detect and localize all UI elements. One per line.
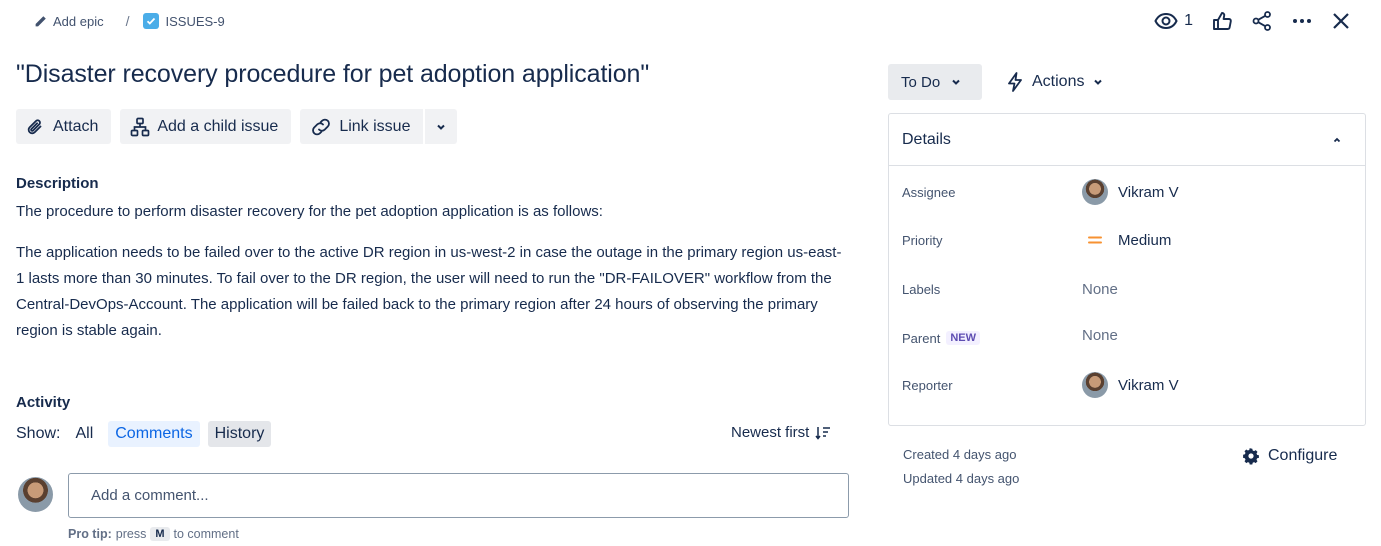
labels-row: Labels None xyxy=(902,274,1352,304)
new-badge: NEW xyxy=(946,331,980,345)
parent-field[interactable]: None xyxy=(1082,327,1118,344)
paperclip-icon xyxy=(26,117,46,137)
link-icon xyxy=(310,117,332,137)
lightning-icon xyxy=(1006,72,1024,92)
assignee-row: Assignee Vikram V xyxy=(902,177,1352,207)
hierarchy-icon xyxy=(130,117,150,137)
add-epic-label: Add epic xyxy=(53,13,104,29)
filter-all[interactable]: All xyxy=(68,421,100,447)
reporter-label: Reporter xyxy=(902,377,953,393)
protip-press: press xyxy=(115,527,147,541)
issue-key-link[interactable]: ISSUES-9 xyxy=(143,13,225,29)
sort-icon xyxy=(815,426,831,440)
eye-icon xyxy=(1154,12,1178,30)
issue-header-actions: 1 xyxy=(1154,8,1351,34)
link-issue-split-button: Link issue xyxy=(300,109,458,144)
priority-value: Medium xyxy=(1118,231,1172,249)
parent-row: Parent NEW None xyxy=(902,320,1352,350)
link-issue-button[interactable]: Link issue xyxy=(300,109,424,144)
comment-input[interactable]: Add a comment... xyxy=(68,473,849,518)
chevron-down-icon xyxy=(1092,76,1104,88)
details-panel: Details Assignee Vikram V Priority Mediu… xyxy=(888,113,1366,426)
created-timestamp: Created 4 days ago xyxy=(903,447,1017,462)
attach-button[interactable]: Attach xyxy=(16,109,112,144)
actions-dropdown[interactable]: Actions xyxy=(1000,64,1110,100)
description-intro[interactable]: The procedure to perform disaster recove… xyxy=(16,203,603,220)
assignee-name: Vikram V xyxy=(1118,183,1179,201)
more-toolbar-dropdown[interactable] xyxy=(425,109,458,144)
reporter-avatar xyxy=(1082,372,1108,398)
status-dropdown[interactable]: To Do xyxy=(888,64,982,100)
status-label: To Do xyxy=(901,73,941,91)
pencil-icon xyxy=(34,15,47,28)
add-child-issue-button[interactable]: Add a child issue xyxy=(120,109,292,144)
issue-title[interactable]: "Disaster recovery procedure for pet ado… xyxy=(16,60,649,89)
priority-row: Priority Medium xyxy=(902,225,1352,255)
protip-key: M xyxy=(150,527,170,541)
priority-field[interactable]: Medium xyxy=(1082,232,1171,249)
updated-timestamp: Updated 4 days ago xyxy=(903,471,1020,486)
labels-field[interactable]: None xyxy=(1082,281,1118,298)
add-epic-link[interactable]: Add epic xyxy=(34,14,104,29)
breadcrumb-separator: / xyxy=(125,13,130,29)
pro-tip: Pro tip: press M to comment xyxy=(68,527,239,541)
add-child-issue-label: Add a child issue xyxy=(157,117,279,135)
link-issue-label: Link issue xyxy=(339,117,411,135)
sort-order-button[interactable]: Newest first xyxy=(731,424,831,441)
assignee-label: Assignee xyxy=(902,184,956,200)
reporter-field[interactable]: Vikram V xyxy=(1082,372,1179,398)
configure-label: Configure xyxy=(1268,447,1338,464)
parent-label-group: Parent NEW xyxy=(902,331,1082,346)
reporter-row: Reporter Vikram V xyxy=(902,370,1352,400)
details-header[interactable]: Details xyxy=(889,114,1365,166)
protip-suffix: to comment xyxy=(173,527,239,541)
chevron-down-icon xyxy=(950,76,962,88)
details-heading: Details xyxy=(902,130,951,148)
watch-count: 1 xyxy=(1184,12,1193,29)
filter-history[interactable]: History xyxy=(207,421,272,447)
description-heading: Description xyxy=(16,175,99,192)
share-icon[interactable] xyxy=(1251,10,1273,32)
watch-button[interactable]: 1 xyxy=(1154,12,1193,30)
breadcrumb: Add epic / ISSUES-9 xyxy=(34,10,225,32)
parent-label: Parent xyxy=(902,330,941,346)
gear-icon xyxy=(1242,447,1260,465)
task-checkbox-icon xyxy=(143,13,160,29)
description-body[interactable]: The application needs to be failed over … xyxy=(16,240,846,344)
comment-placeholder: Add a comment... xyxy=(91,487,209,504)
protip-prefix: Pro tip: xyxy=(68,527,112,541)
reporter-name: Vikram V xyxy=(1118,376,1179,394)
chevron-down-icon xyxy=(435,121,447,133)
filter-comments[interactable]: Comments xyxy=(108,421,200,447)
priority-label: Priority xyxy=(902,232,943,248)
assignee-avatar xyxy=(1082,179,1108,205)
thumbs-up-icon[interactable] xyxy=(1211,10,1233,32)
more-options-icon[interactable] xyxy=(1291,10,1313,32)
close-icon[interactable] xyxy=(1331,11,1351,31)
configure-button[interactable]: Configure xyxy=(1242,447,1337,465)
sort-label: Newest first xyxy=(731,424,810,441)
activity-heading: Activity xyxy=(16,394,71,411)
attach-label: Attach xyxy=(53,117,99,135)
assignee-field[interactable]: Vikram V xyxy=(1082,179,1179,205)
issue-toolbar: Attach Add a child issue Link issue xyxy=(16,109,458,144)
priority-medium-icon xyxy=(1082,234,1108,246)
issue-key: ISSUES-9 xyxy=(165,13,225,29)
actions-label: Actions xyxy=(1032,73,1085,90)
show-label: Show: xyxy=(16,425,61,442)
activity-filter: Show: All Comments History xyxy=(16,421,272,447)
labels-label: Labels xyxy=(902,281,941,297)
chevron-up-icon xyxy=(1331,134,1343,146)
current-user-avatar xyxy=(18,477,53,512)
